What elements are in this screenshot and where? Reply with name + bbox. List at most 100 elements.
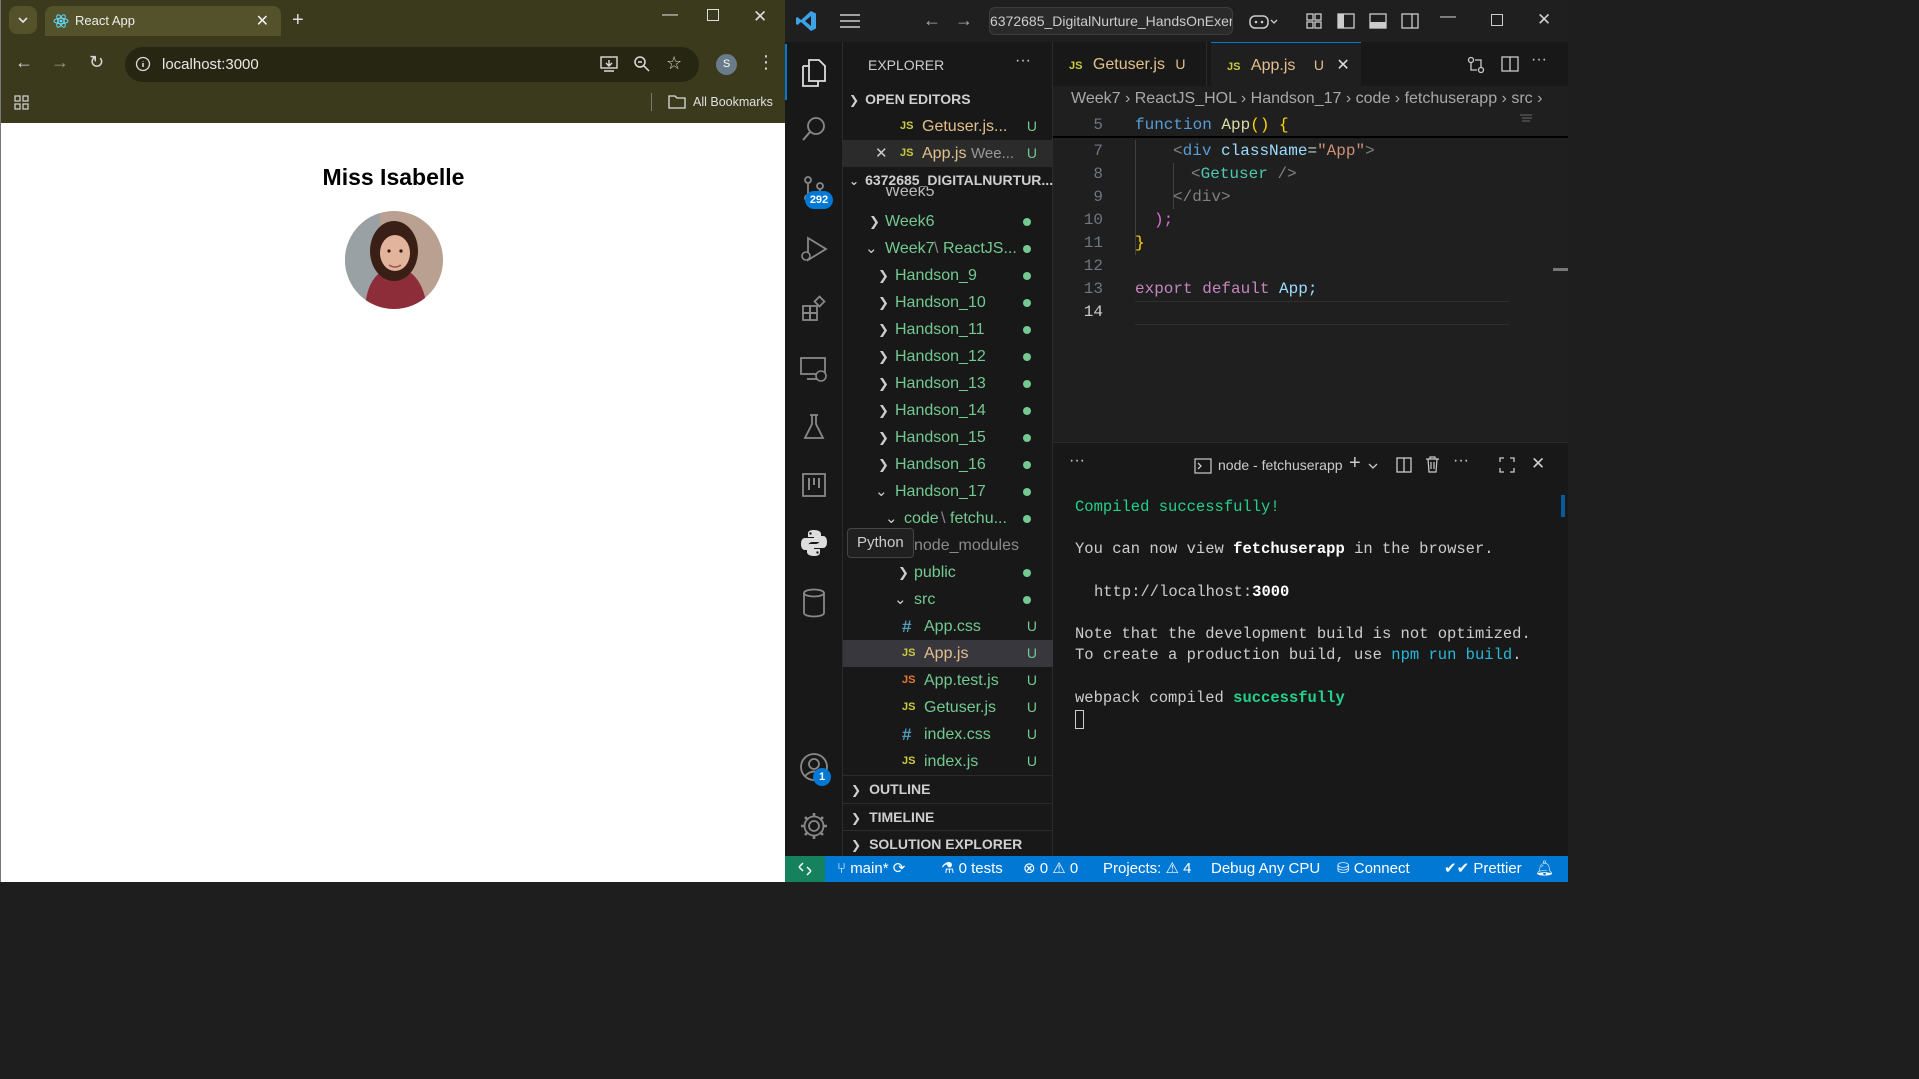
tree-src[interactable]: ⌄ src [843,586,1053,613]
projects-status[interactable]: Projects: ⚠ 4 [1103,856,1192,882]
remote-explorer-icon[interactable] [785,340,843,398]
chevron-right-icon: ❯ [878,322,889,337]
tree-item-label: Handson_17 [895,483,986,500]
tree-handson[interactable]: ❯ Handson_13 [843,370,1053,397]
maximize-icon[interactable] [707,9,719,21]
breadcrumb-item[interactable]: ReactJS_HOL [1135,90,1237,107]
git-status-flag: U [1026,753,1037,769]
new-terminal-icon[interactable]: + [1349,452,1361,475]
close-editor-icon[interactable]: ✕ [875,140,888,167]
tree-handson[interactable]: ❯ Handson_12 [843,343,1053,370]
tree-week6[interactable]: ❯ Week6 [843,208,1053,235]
git-status-dot [1023,299,1031,307]
open-editor-getuser[interactable]: JS Getuser.js... U [843,113,1053,140]
tree-file[interactable]: JS Getuser.js U [843,694,1053,721]
git-status-flag: U [1026,699,1037,715]
minimize-icon[interactable]: — [1440,8,1456,26]
accounts-icon[interactable] [785,738,843,796]
notifications-bell-icon[interactable]: 🔔︎ [1535,856,1554,882]
tree-public[interactable]: ❯ public [843,559,1053,586]
maximize-icon[interactable] [1491,14,1503,26]
close-window-icon[interactable]: ✕ [753,7,767,27]
minimize-icon[interactable]: — [662,6,678,24]
tree-handson[interactable]: ❯ Handson_10 [843,289,1053,316]
address-bar[interactable]: localhost:3000 ☆ [125,47,699,82]
url-text: localhost:3000 [162,56,259,73]
settings-gear-icon[interactable] [785,797,843,855]
timeline-section[interactable]: ❯ TIMELINE [843,803,1053,830]
breadcrumb-item[interactable]: Week7 [1071,90,1121,107]
breadcrumb-item[interactable]: fetchuserapp [1405,90,1498,107]
tab-app[interactable]: JS App.js U ✕ [1211,42,1361,86]
tab-search-button[interactable] [9,6,37,34]
test-status[interactable]: ⚗ 0 tests [941,856,1003,882]
tree-week5[interactable]: Week5 [843,187,1053,201]
new-tab-button[interactable]: + [292,9,304,32]
database-icon[interactable] [785,574,843,632]
close-panel-icon[interactable]: ✕ [1531,454,1545,474]
open-editor-app[interactable]: ✕ JS App.js Wee... U [843,140,1053,167]
open-editors-header[interactable]: ❯ OPEN EDITORS [843,86,1053,113]
prettier-status[interactable]: ✔✔ Prettier [1444,856,1522,882]
more-actions-icon[interactable]: ··· [1531,51,1547,69]
source-control-icon[interactable] [785,160,843,218]
explorer-icon[interactable] [785,44,843,102]
solution-explorer-section[interactable]: ❯ SOLUTION EXPLORER [843,830,1053,857]
minimap[interactable] [1518,112,1538,128]
tree-handson[interactable]: ❯ Handson_14 [843,397,1053,424]
terminal-more-icon[interactable]: ··· [1453,452,1469,470]
python-tooltip: Python [847,528,914,558]
testing-icon[interactable] [785,398,843,456]
close-tab-icon[interactable]: ✕ [1336,57,1349,74]
extensions-icon[interactable] [785,280,843,338]
outline-section[interactable]: ❯ OUTLINE [843,776,1053,803]
tree-file[interactable]: # index.css U [843,721,1053,748]
chevron-right-icon: ❯ [878,430,889,445]
profile-avatar[interactable]: S [716,54,737,75]
tab-react-app[interactable]: React App ✕ [45,6,281,36]
tree-file[interactable]: JS App.test.js U [843,667,1053,694]
panel-more-icon[interactable]: ··· [1069,452,1085,470]
tree-file[interactable]: JS index.js U [843,748,1053,775]
tree-handson[interactable]: ❯ Handson_11 [843,316,1053,343]
menu-icon[interactable]: ⋮ [757,52,775,73]
run-debug-icon[interactable] [785,220,843,278]
explorer-title: EXPLORER [868,57,945,73]
nav-forward-icon[interactable]: → [955,10,973,31]
bookmark-star-icon[interactable]: ☆ [666,53,682,74]
tree-handson[interactable]: ❯ Handson_16 [843,451,1053,478]
close-tab-icon[interactable]: ✕ [256,11,269,31]
project-board-icon[interactable] [785,456,843,514]
debug-config[interactable]: Debug Any CPU [1211,856,1320,882]
close-window-icon[interactable]: ✕ [1537,10,1551,30]
reload-icon[interactable]: ↻ [89,52,104,73]
command-center-search[interactable]: 6372685_DigitalNurture_HandsOnExer [989,7,1233,35]
more-actions-icon[interactable]: ··· [1015,52,1031,70]
tree-file[interactable]: # App.css U [843,613,1053,640]
back-icon[interactable]: ← [15,52,33,73]
copilot-icon [1249,15,1278,29]
tree-handson[interactable]: ❯ Handson_9 [843,262,1053,289]
git-branch[interactable]: ⑂ main* ⟳ [837,856,905,882]
remote-indicator[interactable] [785,856,825,882]
tree-handson[interactable]: ⌄ Handson_17 [843,478,1053,505]
code-area[interactable]: 7 8 9 10 11 12 13 14 <div className="App… [1053,140,1568,440]
terminal-title[interactable]: node - fetchuserapp [1218,457,1343,473]
forward-icon[interactable]: → [51,52,69,73]
breadcrumb-item[interactable]: code [1356,90,1391,107]
terminal-scrollbar[interactable] [1561,495,1565,517]
breadcrumb-item[interactable]: src [1511,90,1532,107]
all-bookmarks-label[interactable]: All Bookmarks [693,95,773,109]
tree-handson[interactable]: ❯ Handson_15 [843,424,1053,451]
tab-getuser[interactable]: JS Getuser.js U [1053,42,1207,86]
tree-file[interactable]: JS App.js U [843,640,1053,667]
page-heading: Miss Isabelle [322,164,465,190]
search-icon[interactable] [785,100,843,158]
problems-status[interactable]: ⊗ 0 ⚠ 0 [1023,856,1078,882]
activity-bar: 292 1 [785,42,843,856]
tree-week7[interactable]: ⌄ Week7 \ ReactJS... [843,235,1053,262]
connect-status[interactable]: ⛁ Connect [1337,856,1410,882]
python-icon[interactable] [785,514,843,572]
breadcrumb-item[interactable]: Handson_17 [1251,90,1342,107]
nav-back-icon[interactable]: ← [923,10,941,31]
